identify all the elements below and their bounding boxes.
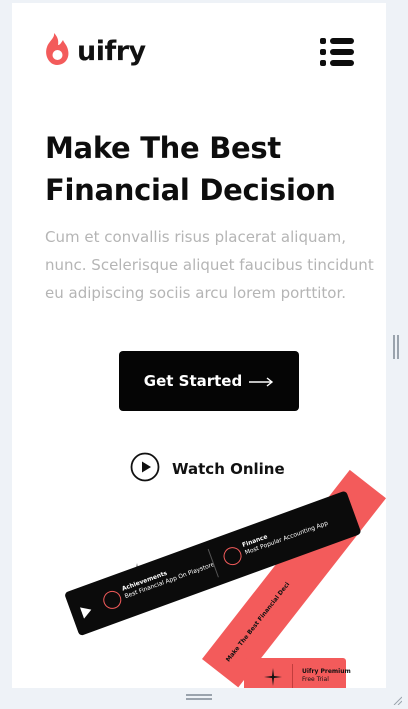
premium-sub: Free Trial — [302, 676, 329, 683]
hero-description: Cum et convallis risus placerat aliquam,… — [45, 228, 374, 302]
hero-title-line1: Make The Best — [45, 131, 281, 165]
scroll-handle[interactable] — [393, 335, 399, 359]
sparkle-icon — [264, 668, 282, 688]
play-icon — [79, 601, 95, 622]
arrow-right-icon — [248, 372, 274, 391]
brand-name: uifry — [77, 35, 146, 67]
get-started-button[interactable]: Get Started — [119, 351, 299, 411]
premium-title: Uifry Premium — [302, 668, 351, 675]
premium-card: Uifry Premium Free Trial — [244, 658, 351, 688]
watch-online-button[interactable]: Watch Online — [130, 452, 285, 486]
resize-grip-icon[interactable] — [392, 690, 403, 706]
red-card-text: Make The Best Financial Deci — [224, 581, 292, 664]
get-started-label: Get Started — [143, 372, 243, 390]
hero-title-line2: Financial Decision — [45, 173, 336, 207]
brand-logo[interactable]: uifry — [44, 32, 146, 70]
play-circle-icon — [130, 452, 160, 486]
premium-divider — [292, 664, 293, 688]
achievement-icon — [100, 588, 124, 612]
flame-icon — [44, 32, 70, 70]
watch-online-label: Watch Online — [172, 460, 285, 478]
hamburger-menu-icon[interactable] — [320, 37, 356, 67]
finance-icon — [221, 544, 245, 568]
page-frame: uifry Make The Best Financial Decision C… — [12, 3, 386, 688]
hero-title: Make The Best Financial Decision — [45, 127, 375, 211]
resize-handle-bottom[interactable] — [186, 694, 212, 700]
